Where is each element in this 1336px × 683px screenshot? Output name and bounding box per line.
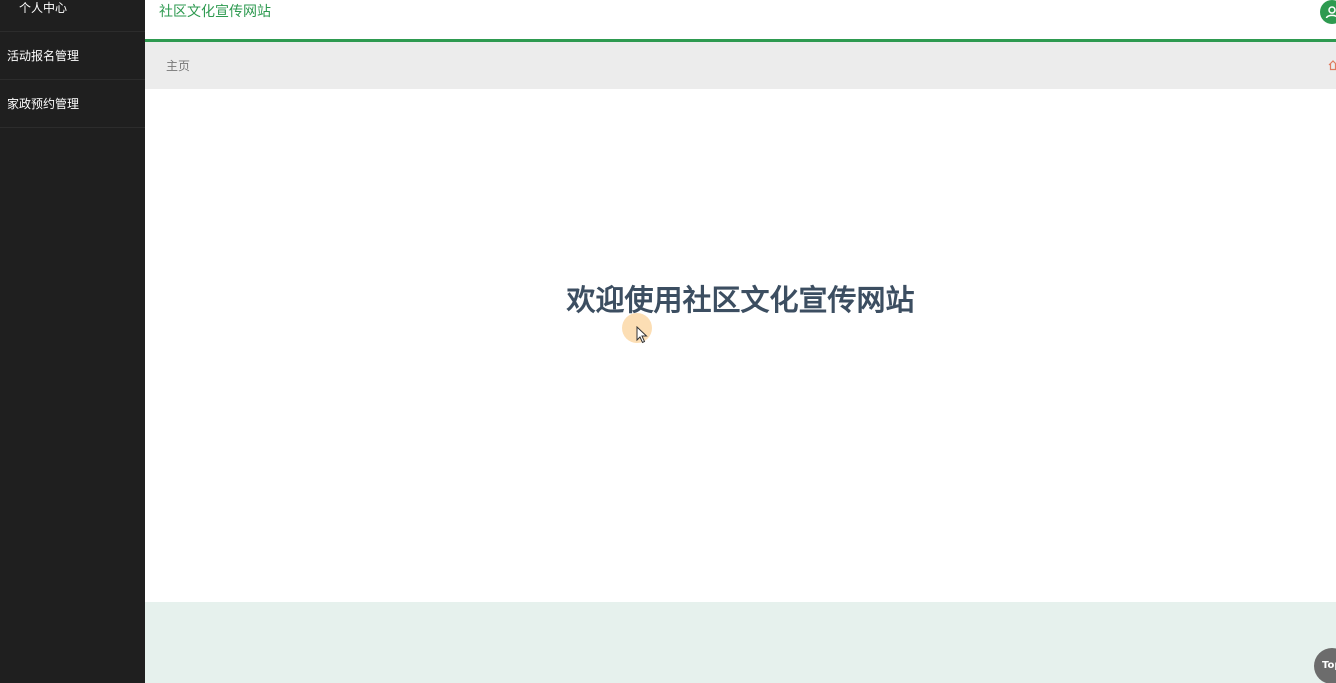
home-icon[interactable]	[1328, 59, 1336, 71]
main-content: 欢迎使用社区文化宣传网站	[145, 89, 1336, 602]
sidebar-item-label: 家政预约管理	[7, 97, 80, 111]
top-header: 社区文化宣传网站	[145, 0, 1336, 42]
back-to-top-button[interactable]: Top	[1314, 648, 1336, 683]
site-title: 社区文化宣传网站	[159, 4, 271, 20]
sidebar-item-label: 个人中心	[19, 1, 68, 15]
avatar[interactable]	[1320, 0, 1336, 24]
sidebar-item-housekeeping-booking[interactable]: 家政预约管理	[0, 80, 145, 128]
breadcrumb-home[interactable]: 主页	[166, 58, 190, 74]
sidebar-item-label: 活动报名管理	[7, 49, 80, 63]
sidebar-item-activity-registration[interactable]: 活动报名管理	[0, 32, 145, 80]
sidebar: 个人中心 活动报名管理 家政预约管理	[0, 0, 145, 683]
mouse-cursor-icon	[636, 326, 648, 344]
sidebar-item-personal-center[interactable]: 个人中心	[0, 0, 145, 32]
user-icon	[1325, 6, 1336, 19]
footer: Top	[145, 602, 1336, 683]
breadcrumb: 主页	[145, 42, 1336, 89]
welcome-heading: 欢迎使用社区文化宣传网站	[566, 283, 915, 317]
